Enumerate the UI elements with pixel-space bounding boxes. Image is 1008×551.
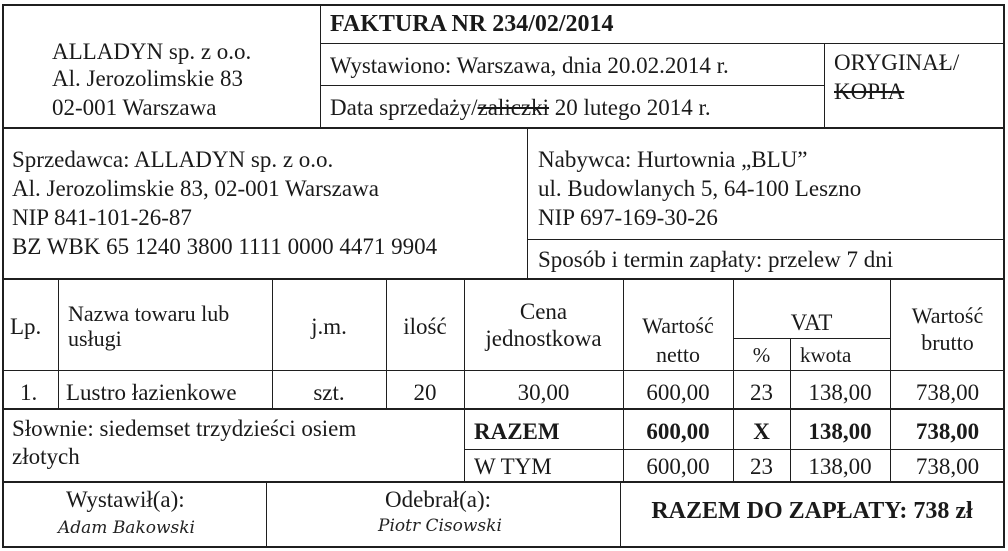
row-vat-amount: 138,00 <box>808 380 872 405</box>
col-lp <box>58 279 59 410</box>
parties-divider <box>527 128 528 280</box>
th-price-2: jednostkowa <box>485 326 602 351</box>
incl-vat: 138,00 <box>808 454 872 479</box>
footer-divider-1 <box>266 482 267 548</box>
amount-in-words-2: złotych <box>12 444 80 469</box>
issued-line: Wystawiono: Warszawa, dnia 20.02.2014 r. <box>330 53 729 78</box>
th-net-1: Wartość <box>642 313 714 338</box>
seller-line2: Al. Jerozolimskie 83, 02-001 Warszawa <box>12 176 379 201</box>
row-lp: 1. <box>20 380 38 405</box>
th-name-1: Nazwa towaru lub <box>68 301 230 326</box>
company-name: ALLADYN sp. z o.o. <box>52 39 252 64</box>
total-vat: 138,00 <box>808 419 872 444</box>
frame-bottom <box>2 546 1005 548</box>
incl-pct: 23 <box>750 454 773 479</box>
company-city: 02-001 Warszawa <box>52 95 217 120</box>
row-name: Lustro łazienkowe <box>66 380 237 405</box>
row-qty: 20 <box>413 380 437 405</box>
seller-line4: BZ WBK 65 1240 3800 1111 0000 4471 9904 <box>12 234 438 259</box>
seller-line3: NIP 841-101-26-87 <box>12 205 192 230</box>
th-vat-amount: kwota <box>800 343 852 367</box>
invoice: ALLADYN sp. z o.o. Al. Jerozolimskie 83 … <box>0 0 1008 551</box>
issued-by-label: Wystawił(a): <box>66 487 185 512</box>
amount-in-words-1: Słownie: siedemset trzydzieści osiem <box>12 416 357 441</box>
total-label: RAZEM <box>474 419 560 444</box>
company-street: Al. Jerozolimskie 83 <box>52 66 243 91</box>
total-pct: X <box>753 419 770 444</box>
header-row2 <box>320 85 825 86</box>
th-vat: VAT <box>790 310 833 335</box>
parties-bottom <box>2 278 1005 280</box>
buyer-line2: ul. Budowlanych 5, 64-100 Leszno <box>538 176 862 201</box>
row-price: 30,00 <box>517 380 570 405</box>
frame-top <box>2 4 1005 6</box>
th-name-2: usługi <box>68 326 122 351</box>
incl-label: W TYM <box>474 454 552 479</box>
header-row1 <box>320 43 1005 44</box>
row-vat-pct: 23 <box>750 380 773 405</box>
incl-gross: 738,00 <box>915 454 980 479</box>
th-unit: j.m. <box>311 314 347 339</box>
invoice-title: FAKTURA NR 234/02/2014 <box>330 11 614 37</box>
frame-left <box>2 4 4 548</box>
th-qty: ilość <box>403 314 447 339</box>
header-bottom <box>2 127 1005 129</box>
original-label: ORYGINAŁ/ <box>834 50 960 75</box>
buyer-line1: Nabywca: Hurtownia „BLU” <box>538 147 808 172</box>
row-net: 600,00 <box>646 380 710 405</box>
row-unit: szt. <box>313 380 345 405</box>
header-original-divider <box>824 43 825 128</box>
issued-by-signature: Adam Bakowski <box>58 518 195 538</box>
received-by-label: Odebrał(a): <box>385 487 491 512</box>
th-gross-1: Wartość <box>911 303 984 328</box>
th-vat-pct: % <box>752 343 771 367</box>
header-divider <box>320 4 321 128</box>
table-row-bottom <box>2 408 1005 410</box>
received-by-signature: Piotr Cisowski <box>378 516 502 536</box>
payment-top <box>527 239 1005 240</box>
th-price-1: Cena <box>519 299 568 324</box>
seller-line1: Sprzedawca: ALLADYN sp. z o.o. <box>12 147 334 172</box>
th-gross-2: brutto <box>921 330 974 355</box>
incl-net: 600,00 <box>646 454 710 479</box>
vat-sub-line <box>733 338 891 339</box>
sale-date-line: Data sprzedaży/zaliczki 20 lutego 2014 r… <box>330 94 711 121</box>
copy-label: KOPIA <box>834 79 905 104</box>
sale-date-struck: zaliczki <box>477 95 550 120</box>
th-lp: Lp. <box>10 314 42 339</box>
sale-date-label: Data sprzedaży/ <box>330 95 478 120</box>
amount-to-pay: RAZEM DO ZAPŁATY: 738 zł <box>651 498 973 524</box>
buyer-line3: NIP 697-169-30-26 <box>538 205 718 230</box>
sale-date-value: 20 lutego 2014 r. <box>549 95 711 120</box>
th-net-2: netto <box>656 342 700 367</box>
payment-terms: Sposób i termin zapłaty: przelew 7 dni <box>538 247 894 272</box>
summary-mid-line <box>464 449 1005 450</box>
table-header-bottom <box>2 370 1005 371</box>
total-gross: 738,00 <box>915 419 980 444</box>
row-gross: 738,00 <box>915 380 980 405</box>
summary-bottom <box>2 481 1005 483</box>
total-net: 600,00 <box>646 419 710 444</box>
